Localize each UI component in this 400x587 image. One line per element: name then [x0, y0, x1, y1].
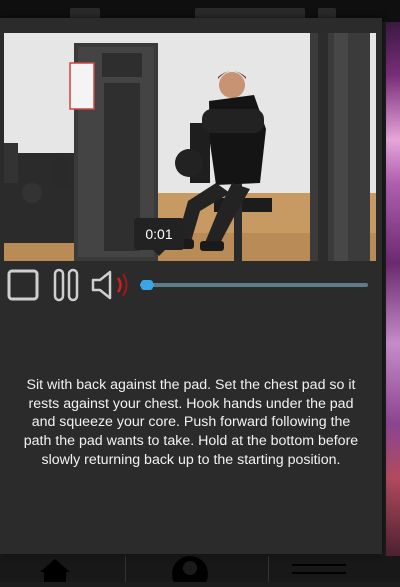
nav-divider [125, 556, 126, 582]
profile-icon[interactable] [168, 556, 212, 587]
volume-icon [91, 270, 128, 300]
pause-button[interactable] [52, 268, 80, 302]
nav-divider [268, 556, 269, 582]
current-time: 0:01 [145, 226, 173, 242]
stop-button[interactable] [6, 268, 40, 302]
stop-icon [7, 269, 39, 301]
volume-button[interactable] [90, 268, 134, 302]
progress-handle[interactable] [140, 280, 153, 290]
video-frame [4, 33, 376, 261]
exercise-description: Sit with back against the pad. Set the c… [23, 377, 359, 468]
background-image-strip [386, 22, 400, 558]
menu-icon[interactable] [292, 560, 346, 580]
pause-icon [53, 268, 79, 302]
home-icon[interactable] [38, 558, 72, 582]
exercise-video[interactable] [4, 33, 376, 261]
time-tooltip: 0:01 [134, 218, 184, 256]
progress-track[interactable] [140, 280, 368, 290]
